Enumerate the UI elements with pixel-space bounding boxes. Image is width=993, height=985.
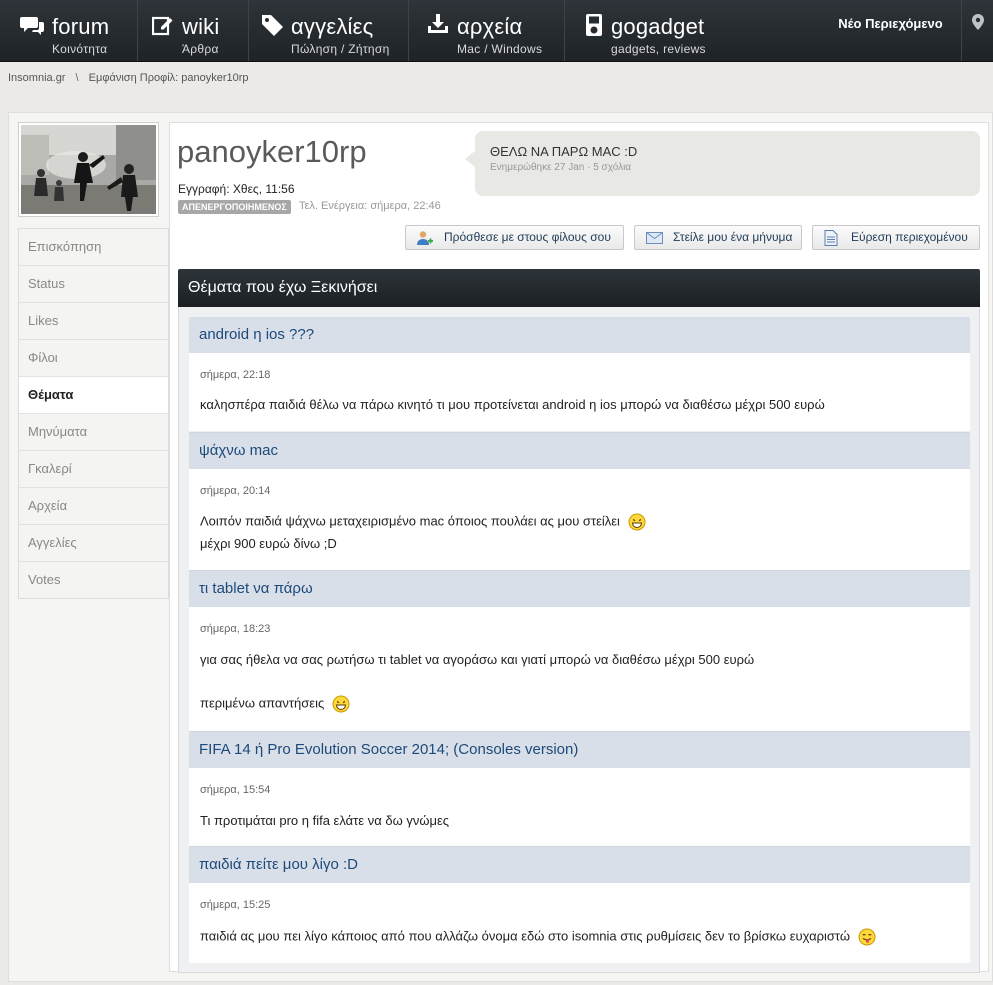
sidebar-item-friends[interactable]: Φίλοι <box>19 340 168 377</box>
topic-content: σήμερα, 22:18 καλησπέρα παιδιά θέλω να π… <box>189 353 970 431</box>
find-content-label: Εύρεση περιεχομένου <box>851 230 968 244</box>
edit-icon <box>152 16 173 36</box>
sidebar-item-status[interactable]: Status <box>19 266 168 303</box>
topic-text: Λοιπόν παιδιά ψάχνω μεταχειρισμένο mac ό… <box>200 513 620 529</box>
envelope-icon <box>646 232 663 244</box>
send-message-label: Στείλε μου ένα μήνυμα <box>673 230 793 244</box>
status-bubble[interactable]: ΘΕΛΩ ΝΑ ΠΑΡΩ MAC :D Ενημερώθηκε 27 Jan ·… <box>465 131 980 196</box>
topic-title[interactable]: FIFA 14 ή Pro Evolution Soccer 2014; (Co… <box>189 731 970 768</box>
nav-files-title: αρχεία <box>457 14 523 39</box>
chat-icon <box>20 17 44 35</box>
tongue-smiley-icon <box>858 928 876 946</box>
map-pin-icon[interactable] <box>972 14 984 30</box>
add-friend-button[interactable]: Πρόσθεσε με στους φίλους σου <box>405 225 624 250</box>
topic-item: FIFA 14 ή Pro Evolution Soccer 2014; (Co… <box>189 731 970 846</box>
topic-text: περιμένω απαντήσεις <box>200 695 325 711</box>
sidebar-item-files[interactable]: Αρχεία <box>19 488 168 525</box>
profile-sidebar: Επισκόπηση Status Likes Φίλοι Θέματα Μην… <box>18 228 169 599</box>
topic-text-line: Λοιπόν παιδιά ψάχνω μεταχειρισμένο mac ό… <box>200 513 646 531</box>
topic-content: σήμερα, 15:54 Τι προτιμάται pro η fifa ε… <box>189 768 970 846</box>
profile-last-activity: Τελ. Ενέργεια: σήμερα, 22:46 <box>299 200 441 212</box>
topic-content: σήμερα, 20:14 Λοιπόν παιδιά ψάχνω μεταχε… <box>189 469 970 570</box>
sidebar-item-votes[interactable]: Votes <box>19 562 168 598</box>
topic-date: σήμερα, 18:23 <box>200 623 271 635</box>
topic-text: για σας ήθελα να σας ρωτήσω τι tablet να… <box>200 652 755 667</box>
topic-item: παιδιά πείτε μου λίγο :D σήμερα, 15:25 π… <box>189 846 970 963</box>
find-content-button[interactable]: Εύρεση περιεχομένου <box>812 225 980 250</box>
nav-forum-subtitle: Κοινότητα <box>52 42 108 56</box>
sidebar-item-overview[interactable]: Επισκόπηση <box>19 229 168 266</box>
topic-title[interactable]: android η ios ??? <box>189 317 970 353</box>
document-icon <box>824 230 838 246</box>
topic-item: android η ios ??? σήμερα, 22:18 καλησπέρ… <box>189 317 970 431</box>
topic-text: μέχρι 900 ευρώ δίνω ;D <box>200 536 337 551</box>
topic-text: Τι προτιμάται pro η fifa ελάτε να δω γνώ… <box>200 813 450 828</box>
status-text: ΘΕΛΩ ΝΑ ΠΑΡΩ MAC :D <box>490 144 638 159</box>
topic-date: σήμερα, 15:25 <box>200 899 271 911</box>
ipod-icon <box>586 14 602 36</box>
nav-new-content[interactable]: Νέο Περιεχόμενο <box>820 0 962 61</box>
nav-classifieds[interactable]: αγγελίες Πώληση / Ζήτηση <box>249 0 409 61</box>
topics-header: Θέματα που έχω Ξεκινήσει <box>178 269 980 307</box>
top-navigation: forum Κοινότητα wiki Άρθρα αγγελίες Πώλη… <box>0 0 993 62</box>
sidebar-item-messages[interactable]: Μηνύματα <box>19 414 168 451</box>
nav-wiki-title: wiki <box>182 14 220 39</box>
topic-date: σήμερα, 22:18 <box>200 369 271 381</box>
breadcrumb-current: Εμφάνιση Προφίλ: panoyker10rp <box>88 72 249 84</box>
breadcrumb-home[interactable]: Insomnia.gr <box>8 72 65 84</box>
grin-smiley-icon <box>332 695 350 713</box>
topic-content: σήμερα, 18:23 για σας ήθελα να σας ρωτήσ… <box>189 607 970 731</box>
topic-date: σήμερα, 15:54 <box>200 784 271 796</box>
profile-username: panoyker10rp <box>177 134 367 169</box>
topic-item: τι tablet να πάρω σήμερα, 18:23 για σας … <box>189 570 970 731</box>
topic-text: παιδιά ας μου πει λίγο κάποιος από που α… <box>200 928 850 944</box>
nav-wiki[interactable]: wiki Άρθρα <box>138 0 249 61</box>
sidebar-item-gallery[interactable]: Γκαλερί <box>19 451 168 488</box>
nav-gogadget-subtitle: gadgets, reviews <box>611 42 706 56</box>
sidebar-item-likes[interactable]: Likes <box>19 303 168 340</box>
topic-text-line: περιμένω απαντήσεις <box>200 695 350 713</box>
profile-joined: Εγγραφή: Χθες, 11:56 <box>178 182 295 196</box>
status-meta: Ενημερώθηκε 27 Jan · 5 σχόλια <box>490 162 632 173</box>
nav-wiki-subtitle: Άρθρα <box>182 42 219 56</box>
status-badge: ΑΠΕΝΕΡΓΟΠΟΙΗΜΕΝΟΣ <box>178 200 291 214</box>
nav-gogadget[interactable]: gogadget gadgets, reviews <box>565 0 820 61</box>
nav-gogadget-title: gogadget <box>611 14 705 39</box>
nav-forum-title: forum <box>52 14 110 39</box>
nav-forum[interactable]: forum Κοινότητα <box>0 0 138 61</box>
topic-text: καλησπέρα παιδιά θέλω να πάρω κινητό τι … <box>200 397 825 412</box>
sidebar-item-topics[interactable]: Θέματα <box>19 377 168 414</box>
topic-content: σήμερα, 15:25 παιδιά ας μου πει λίγο κάπ… <box>189 883 970 963</box>
topic-title[interactable]: παιδιά πείτε μου λίγο :D <box>189 846 970 883</box>
download-icon <box>428 14 448 33</box>
topic-item: ψάχνω mac σήμερα, 20:14 Λοιπόν παιδιά ψά… <box>189 432 970 570</box>
tag-icon <box>262 15 283 36</box>
topic-date: σήμερα, 20:14 <box>200 485 271 497</box>
breadcrumb-separator: \ <box>75 72 79 84</box>
topic-title[interactable]: ψάχνω mac <box>189 432 970 469</box>
add-friend-label: Πρόσθεσε με στους φίλους σου <box>444 230 611 244</box>
nav-files[interactable]: αρχεία Mac / Windows <box>409 0 565 61</box>
nav-files-subtitle: Mac / Windows <box>457 42 543 56</box>
nav-classifieds-title: αγγελίες <box>291 14 374 39</box>
breadcrumb: Insomnia.gr \ Εμφάνιση Προφίλ: panoyker1… <box>8 72 249 84</box>
add-user-icon <box>417 231 433 245</box>
sidebar-item-classifieds[interactable]: Αγγελίες <box>19 525 168 562</box>
nav-classifieds-subtitle: Πώληση / Ζήτηση <box>291 42 390 56</box>
send-message-button[interactable]: Στείλε μου ένα μήνυμα <box>634 225 802 250</box>
topic-title[interactable]: τι tablet να πάρω <box>189 570 970 607</box>
avatar[interactable] <box>18 122 159 217</box>
topic-text-line: παιδιά ας μου πει λίγο κάποιος από που α… <box>200 928 876 946</box>
grin-smiley-icon <box>628 513 646 531</box>
